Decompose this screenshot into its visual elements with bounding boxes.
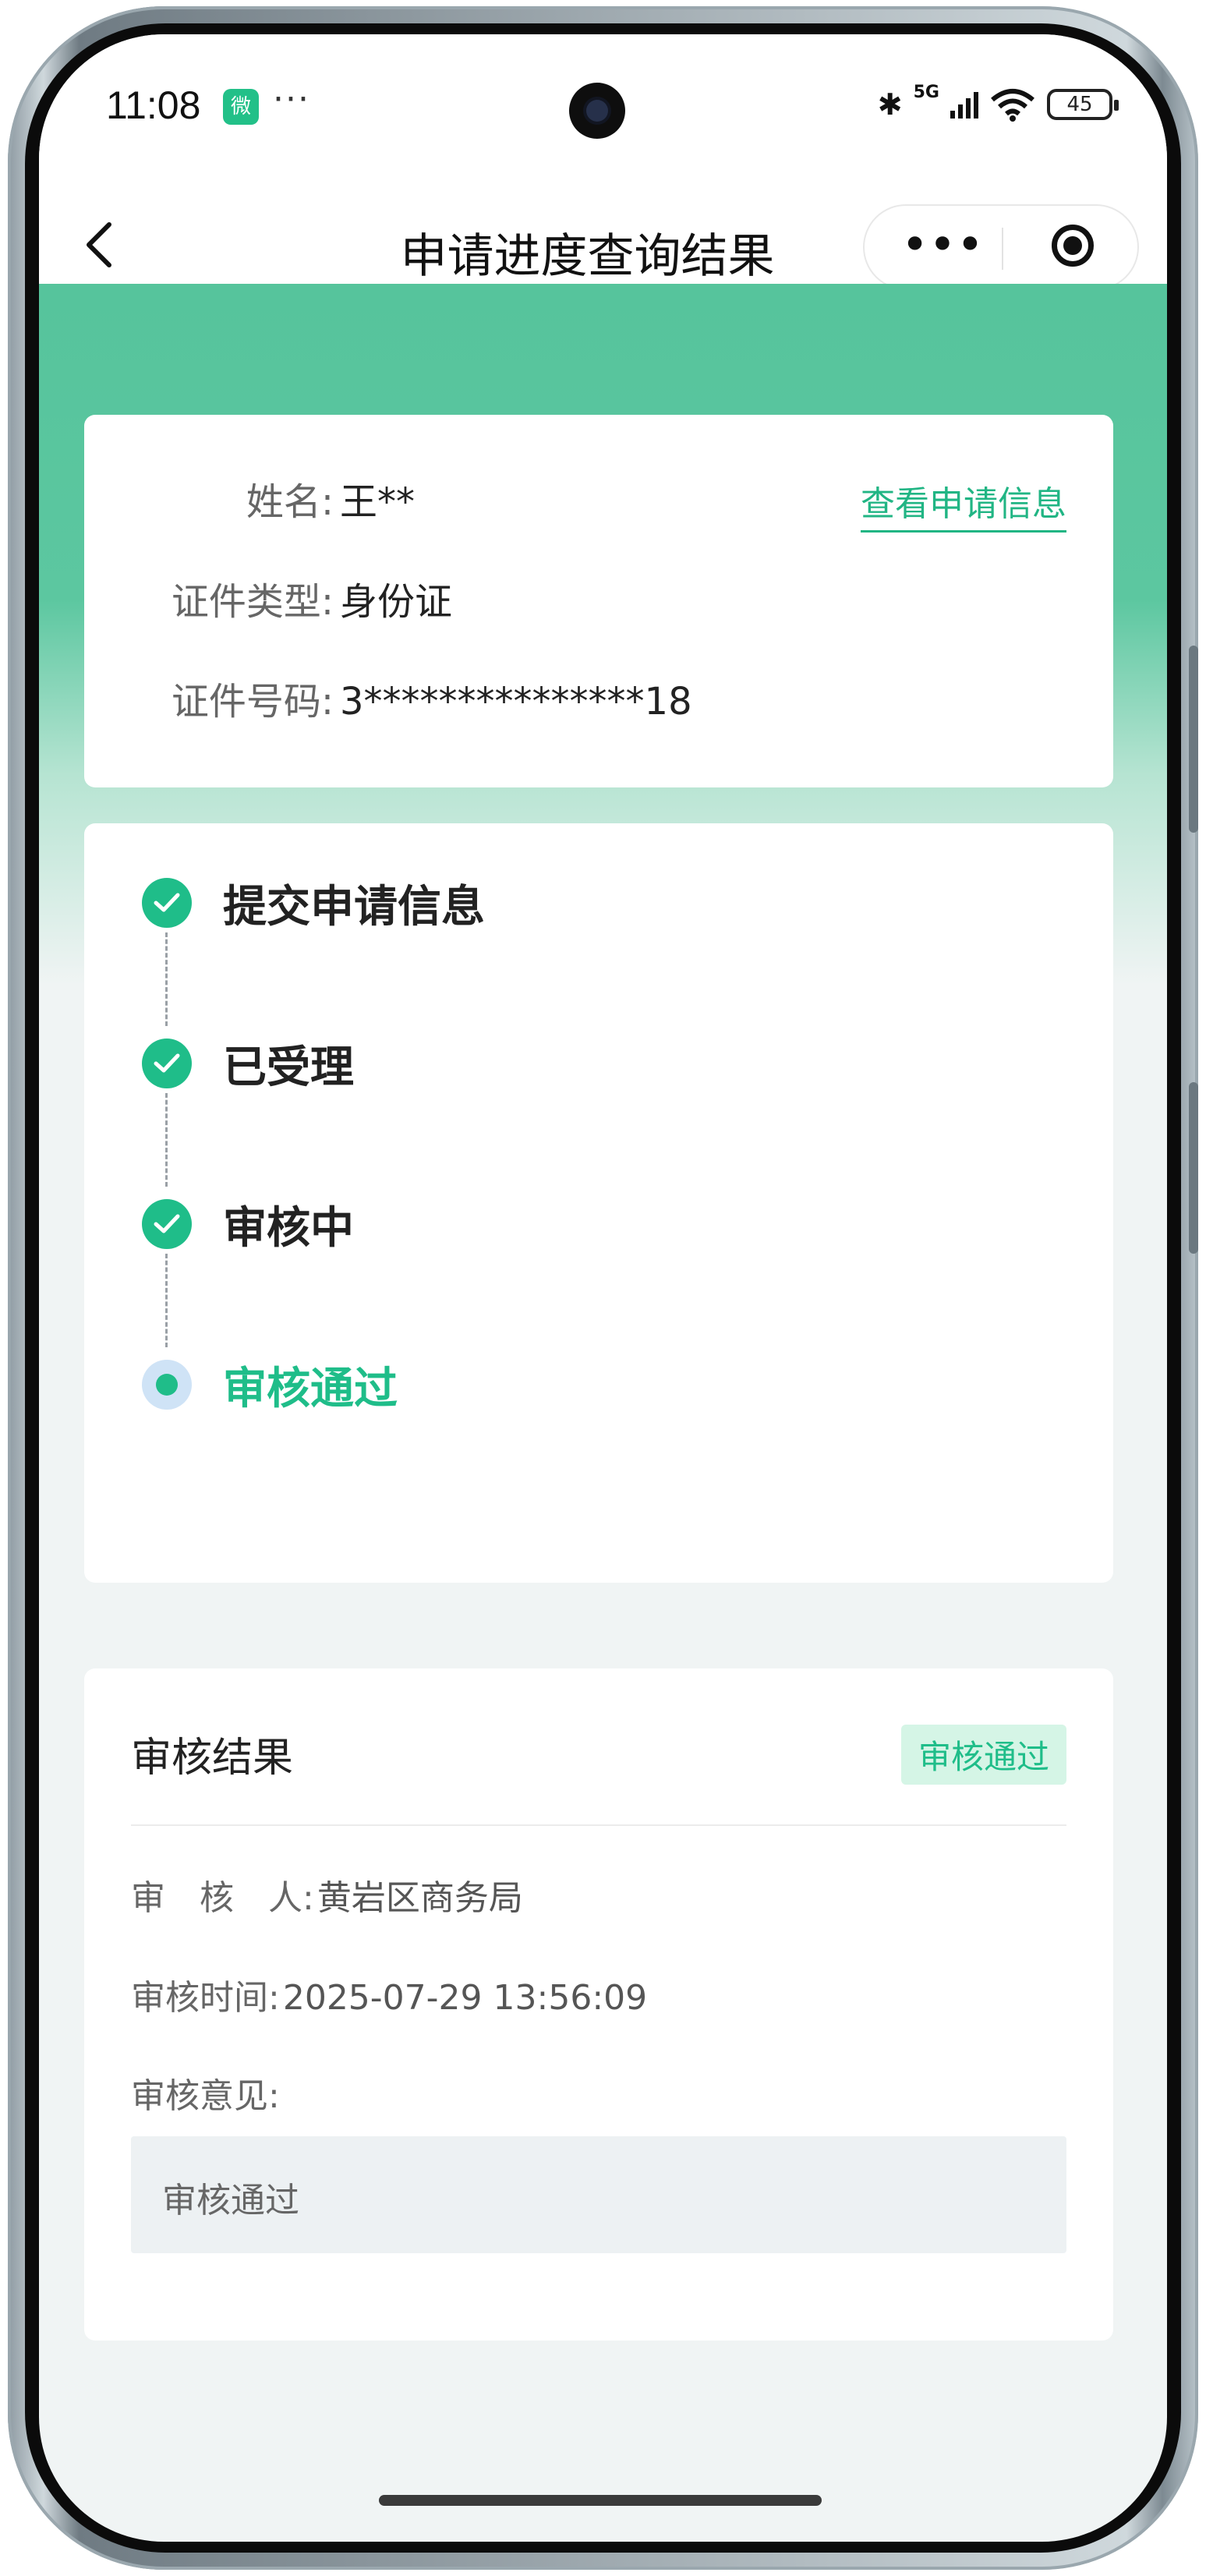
check-circle-icon (142, 878, 192, 928)
front-camera (569, 83, 625, 139)
current-step-icon (142, 1360, 192, 1410)
more-menu-button[interactable]: ••• (896, 221, 989, 276)
close-program-button[interactable] (1052, 225, 1094, 267)
step-label: 审核中 (223, 1202, 354, 1254)
name-value: 王** (340, 480, 416, 524)
check-circle-icon (142, 1199, 192, 1249)
capsule-divider (1002, 228, 1003, 270)
id-number-row: 证件号码: 3***************18 (131, 671, 692, 725)
step-connector (165, 1254, 168, 1347)
status-badge: 审核通过 (900, 1725, 1066, 1785)
progress-step: 审核中 (142, 1193, 354, 1255)
check-circle-icon (142, 1039, 192, 1088)
view-application-link[interactable]: 查看申请信息 (861, 476, 1066, 533)
id-number-label: 证件号码: (171, 680, 334, 724)
step-label: 提交申请信息 (223, 881, 485, 932)
review-result-card: 审核结果 审核通过 审 核 人:黄岩区商务局 审核时间:2025-07-29 1… (84, 1668, 1113, 2341)
name-label: 姓名: (246, 480, 334, 524)
progress-step: 已受理 (142, 1032, 354, 1095)
step-connector (165, 932, 168, 1026)
status-icons: ✱ 5G 45 (877, 81, 1119, 128)
review-time-row: 审核时间:2025-07-29 13:56:09 (131, 1969, 647, 2019)
id-number-value: 3***************18 (340, 680, 692, 724)
step-connector (165, 1093, 168, 1187)
more-notifications-icon: ··· (273, 80, 310, 119)
network-type: 5G (913, 82, 939, 102)
review-time-value: 2025-07-29 13:56:09 (282, 1978, 648, 2018)
battery-icon: 45 (1047, 89, 1119, 120)
result-title: 审核结果 (131, 1735, 294, 1782)
status-time: 11:08 (106, 83, 201, 127)
reviewer-value: 黄岩区商务局 (317, 1878, 523, 1918)
status-bar: 11:08 微 ··· ✱ 5G 45 (39, 34, 1167, 190)
app-notification-icon: 微 (223, 89, 259, 125)
opinion-label: 审核意见: (131, 2076, 280, 2116)
step-label-current: 审核通过 (223, 1363, 398, 1414)
wifi-icon (991, 89, 1034, 122)
progress-step-current: 审核通过 (142, 1353, 398, 1416)
reviewer-row: 审 核 人:黄岩区商务局 (131, 1870, 523, 1920)
nav-bar: 申请进度查询结果 ••• (39, 190, 1167, 299)
opinion-box: 审核通过 (131, 2136, 1066, 2253)
opinion-label-row: 审核意见: (131, 2068, 280, 2118)
power-button (1189, 1082, 1198, 1254)
mini-program-capsule: ••• (863, 204, 1139, 290)
volume-button (1189, 646, 1198, 833)
progress-step: 提交申请信息 (142, 872, 485, 934)
id-type-row: 证件类型: 身份证 (131, 571, 452, 625)
reviewer-label: 审 核 人: (131, 1878, 314, 1918)
opinion-value: 审核通过 (162, 2181, 299, 2220)
bluetooth-icon: ✱ (877, 87, 903, 122)
screen: 11:08 微 ··· ✱ 5G 45 申请进度查询结果 ••• 姓名: 王**… (39, 34, 1167, 2542)
home-indicator[interactable] (379, 2495, 822, 2506)
id-type-value: 身份证 (340, 580, 453, 624)
progress-card: 提交申请信息 已受理 审核中 审核通过 (84, 823, 1113, 1583)
applicant-info-card: 姓名: 王** 查看申请信息 证件类型: 身份证 证件号码: 3***********… (84, 415, 1113, 787)
review-time-label: 审核时间: (131, 1978, 280, 2018)
id-type-label: 证件类型: (171, 580, 334, 624)
step-label: 已受理 (223, 1042, 354, 1093)
signal-icon (950, 90, 978, 119)
name-row: 姓名: 王** (131, 471, 415, 525)
divider (131, 1824, 1066, 1826)
